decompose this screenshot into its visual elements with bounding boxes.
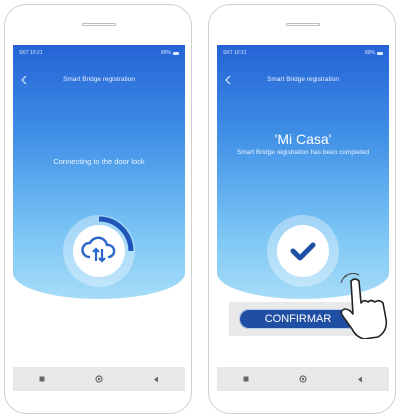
checkmark-icon xyxy=(290,242,316,261)
completed-message: Smart Bridge registration has been compl… xyxy=(236,149,370,156)
connecting-message: Connecting to the door lock xyxy=(53,157,145,166)
recent-apps-icon[interactable] xyxy=(35,372,49,386)
app-bar: Smart Bridge registration xyxy=(217,73,389,89)
app-bar-title: Smart Bridge registration xyxy=(63,76,135,83)
recent-apps-icon[interactable] xyxy=(239,372,253,386)
app-bar: Smart Bridge registration xyxy=(13,73,185,89)
status-right: 89% xyxy=(365,50,383,56)
status-bar: SKT 10:21 89% xyxy=(223,48,383,58)
phone-frame-left: SKT 10:21 89% Smart Bridge registration … xyxy=(4,4,192,414)
status-right: 89% xyxy=(161,50,179,56)
back-icon[interactable] xyxy=(353,372,367,386)
battery-icon xyxy=(173,51,179,55)
android-nav-bar xyxy=(13,367,185,391)
speaker-grille xyxy=(286,23,320,26)
status-battery-text: 89% xyxy=(364,50,375,56)
home-icon[interactable] xyxy=(296,372,310,386)
home-icon[interactable] xyxy=(92,372,106,386)
screen-completed: SKT 10:21 89% Smart Bridge registration … xyxy=(217,45,389,391)
android-nav-bar xyxy=(217,367,389,391)
progress-ring xyxy=(98,216,134,252)
back-icon[interactable] xyxy=(149,372,163,386)
device-name: 'Mi Casa' xyxy=(274,131,332,147)
screen-connecting: SKT 10:21 89% Smart Bridge registration … xyxy=(13,45,185,391)
battery-icon xyxy=(377,51,383,55)
status-bar: SKT 10:21 89% xyxy=(19,48,179,58)
tap-hand-icon xyxy=(340,273,388,339)
speaker-grille xyxy=(82,23,116,26)
progress-halo xyxy=(63,215,135,287)
success-halo xyxy=(267,215,339,287)
status-carrier-time: SKT 10:21 xyxy=(223,50,247,56)
phone-frame-right: SKT 10:21 89% Smart Bridge registration … xyxy=(208,4,396,414)
status-carrier-time: SKT 10:21 xyxy=(19,50,43,56)
status-battery-text: 89% xyxy=(160,50,171,56)
app-bar-title: Smart Bridge registration xyxy=(267,76,339,83)
success-circle xyxy=(277,225,329,277)
